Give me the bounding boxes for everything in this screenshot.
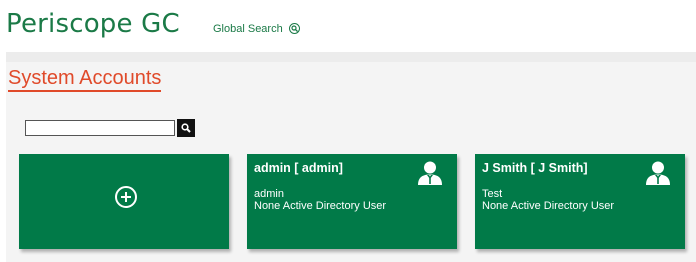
search-icon: [181, 123, 191, 133]
app-title: Periscope GC: [6, 9, 180, 39]
account-search-input[interactable]: [25, 120, 175, 136]
add-account-tile[interactable]: [19, 154, 229, 249]
search-button[interactable]: [177, 119, 195, 137]
account-type: None Active Directory User: [254, 200, 387, 212]
account-name: J Smith [ J Smith]: [482, 161, 588, 175]
app-header: Periscope GC Global Search: [0, 0, 696, 52]
page-title: System Accounts: [8, 67, 162, 92]
account-description: admin: [254, 188, 284, 200]
user-icon: [646, 161, 670, 185]
account-description: Test: [482, 188, 503, 200]
account-name: admin [ admin]: [254, 161, 343, 175]
main-content: System Accounts admin [ admin] admin Non…: [6, 62, 696, 262]
global-search-link[interactable]: Global Search: [213, 22, 300, 35]
user-icon: [418, 161, 442, 185]
account-type: None Active Directory User: [482, 200, 615, 212]
header-divider: [6, 52, 696, 62]
add-icon: [115, 186, 137, 208]
global-search-label: Global Search: [213, 23, 283, 35]
account-tile[interactable]: admin [ admin] admin None Active Directo…: [247, 154, 457, 249]
search-icon: [288, 22, 300, 34]
account-tile[interactable]: J Smith [ J Smith] Test None Active Dire…: [475, 154, 685, 249]
